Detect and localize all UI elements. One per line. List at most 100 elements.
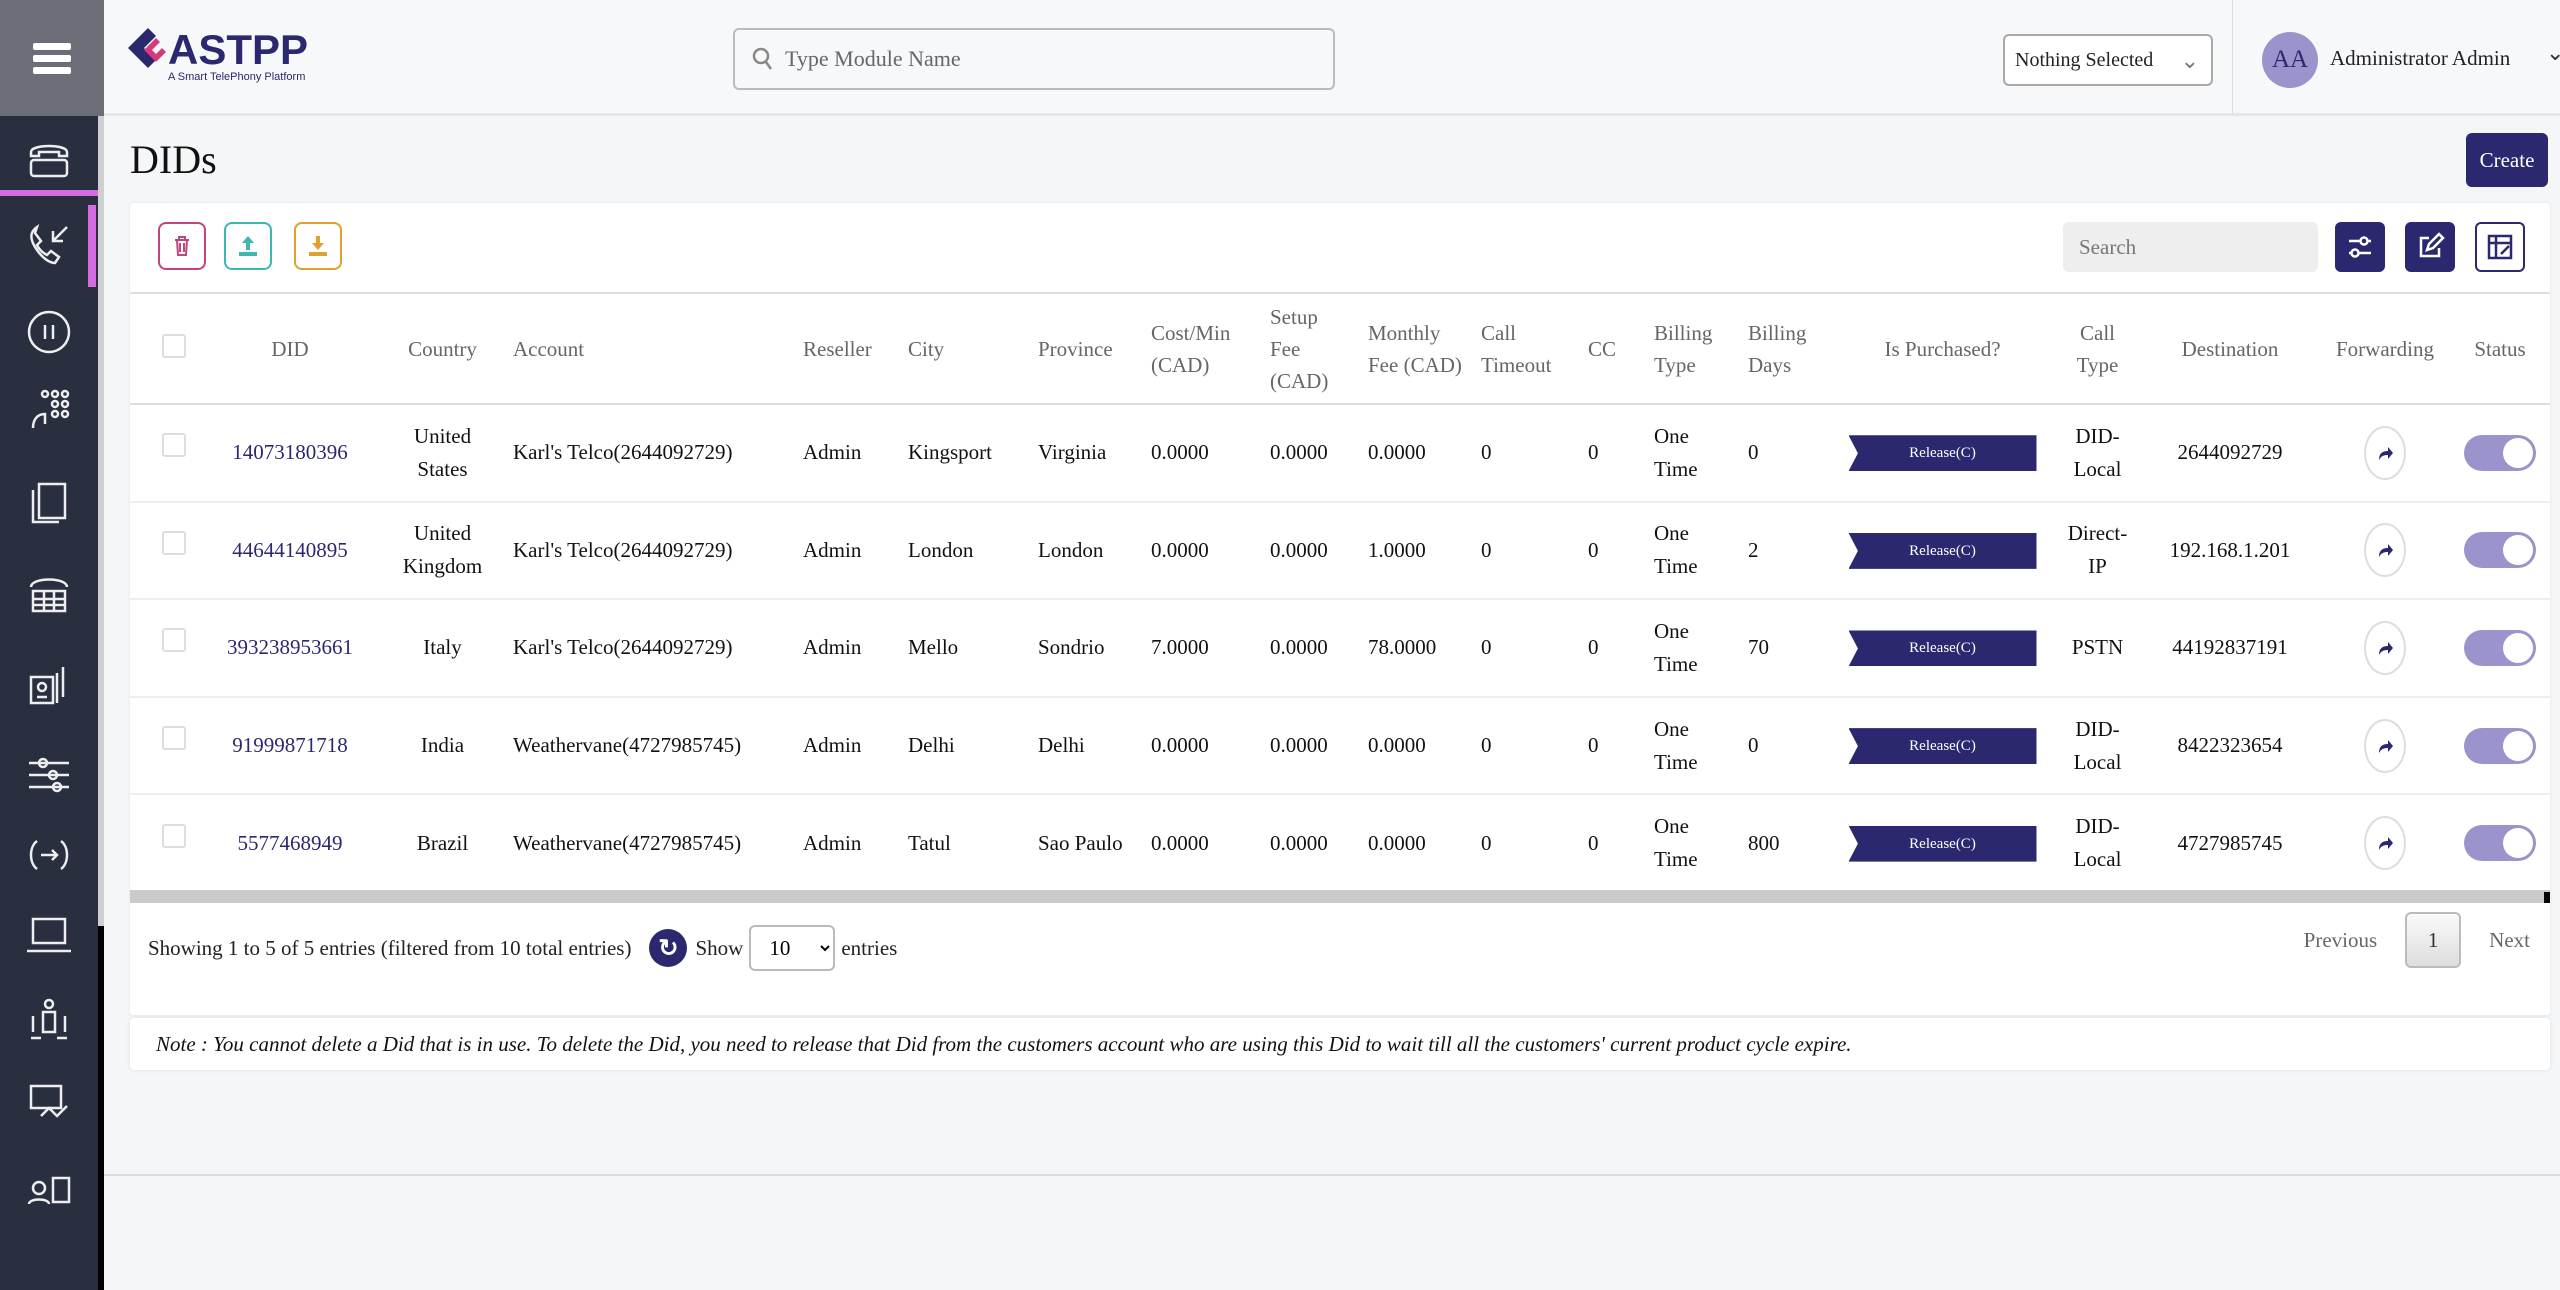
- contacts-icon: [29, 667, 65, 705]
- did-link[interactable]: 14073180396: [200, 404, 380, 502]
- col-reseller[interactable]: Reseller: [795, 293, 900, 404]
- row-checkbox[interactable]: [162, 823, 186, 848]
- col-billing-type[interactable]: Billing Type: [1646, 293, 1740, 404]
- col-monthly-fee[interactable]: Monthly Fee (CAD): [1360, 293, 1473, 404]
- avatar[interactable]: AA: [2262, 32, 2318, 88]
- release-button[interactable]: Release(C): [1848, 532, 2037, 569]
- module-search-input[interactable]: [785, 46, 1305, 72]
- sidebar-item-call-transfer[interactable]: [0, 815, 98, 895]
- col-country[interactable]: Country: [380, 293, 505, 404]
- did-link[interactable]: 91999871718: [200, 697, 380, 795]
- previous-button[interactable]: Previous: [2304, 928, 2378, 953]
- col-billing-days[interactable]: Billing Days: [1740, 293, 1830, 404]
- sidebar-item-settings[interactable]: [0, 735, 98, 815]
- export-button[interactable]: [294, 222, 342, 270]
- page-1-button[interactable]: 1: [2405, 912, 2462, 968]
- forward-arrow-icon: [2379, 641, 2393, 655]
- dids-table: DID Country Account Reseller City Provin…: [130, 292, 2550, 893]
- sidebar-item-calls[interactable]: [0, 205, 98, 285]
- refresh-icon[interactable]: ↻: [649, 929, 688, 967]
- nothing-selected-dropdown[interactable]: Nothing Selected ⌄: [2003, 34, 2213, 86]
- did-link[interactable]: 44644140895: [200, 502, 380, 600]
- sidebar-item-dialpad[interactable]: [0, 370, 98, 450]
- status-toggle[interactable]: [2464, 727, 2536, 764]
- billing-type-cell: One Time: [1654, 423, 1698, 481]
- did-link[interactable]: 5577468949: [200, 794, 380, 892]
- sidebar-item-pause[interactable]: [0, 292, 98, 372]
- row-checkbox[interactable]: [162, 628, 186, 653]
- import-button[interactable]: [224, 222, 272, 270]
- sidebar-item-contacts[interactable]: [0, 645, 98, 725]
- chevron-down-icon: ⌄: [2180, 48, 2199, 73]
- col-is-purchased[interactable]: Is Purchased?: [1830, 293, 2055, 404]
- edit-button[interactable]: [2405, 222, 2455, 272]
- destination-cell: 4727985745: [2177, 830, 2283, 855]
- forward-button[interactable]: [2364, 425, 2406, 480]
- table-search-input[interactable]: [2063, 222, 2318, 272]
- row-select: [130, 404, 200, 502]
- col-province[interactable]: Province: [1030, 293, 1143, 404]
- sidebar-item-support[interactable]: [0, 1150, 98, 1230]
- release-button[interactable]: Release(C): [1848, 825, 2037, 862]
- release-button[interactable]: Release(C): [1848, 435, 2037, 472]
- module-search[interactable]: [733, 28, 1335, 90]
- status-toggle[interactable]: [2464, 434, 2536, 471]
- user-name[interactable]: Administrator Admin: [2330, 46, 2510, 71]
- row-checkbox[interactable]: [162, 530, 186, 555]
- delete-button[interactable]: [158, 222, 206, 270]
- col-cost[interactable]: Cost/Min (CAD): [1143, 293, 1262, 404]
- page-size-select[interactable]: 10: [749, 925, 836, 971]
- chevron-down-icon[interactable]: ⌄: [2546, 40, 2560, 66]
- city-cell: Mello: [908, 635, 959, 660]
- col-call-timeout[interactable]: Call Timeout: [1473, 293, 1580, 404]
- sidebar-item-dids[interactable]: [0, 118, 98, 198]
- page-title: DIDs: [130, 137, 217, 182]
- did-link[interactable]: 393238953661: [200, 599, 380, 697]
- col-account[interactable]: Account: [505, 293, 795, 404]
- col-destination[interactable]: Destination: [2140, 293, 2320, 404]
- sidebar-item-phone[interactable]: [0, 555, 98, 635]
- sidebar-scrollbar[interactable]: [98, 116, 104, 926]
- release-button[interactable]: Release(C): [1848, 630, 2037, 667]
- table-header-row: DID Country Account Reseller City Provin…: [130, 293, 2550, 404]
- select-all-checkbox[interactable]: [162, 334, 186, 359]
- status-toggle[interactable]: [2464, 825, 2536, 862]
- forward-button[interactable]: [2364, 718, 2406, 773]
- create-button[interactable]: Create: [2466, 133, 2548, 187]
- billing-days-cell: 800: [1748, 830, 1780, 855]
- country-cell: Italy: [423, 635, 462, 660]
- forward-button[interactable]: [2364, 620, 2406, 675]
- column-settings-button[interactable]: [2475, 222, 2525, 272]
- col-cc[interactable]: CC: [1580, 293, 1646, 404]
- astpp-logo[interactable]: ASTPP A Smart TelePhony Platform: [126, 24, 356, 93]
- call-timeout-cell: 0: [1481, 537, 1492, 562]
- status-toggle[interactable]: [2464, 532, 2536, 569]
- top-header: ASTPP A Smart TelePhony Platform Nothing…: [104, 0, 2560, 116]
- table-row: 393238953661 Italy Karl's Telco(2644092729…: [130, 599, 2550, 697]
- call-timeout-cell: 0: [1481, 830, 1492, 855]
- sidebar-item-monitor[interactable]: [0, 895, 98, 975]
- sidebar-item-deals[interactable]: [0, 1062, 98, 1142]
- province-cell: Virginia: [1038, 440, 1107, 465]
- row-checkbox[interactable]: [162, 725, 186, 750]
- next-button[interactable]: Next: [2489, 928, 2530, 953]
- col-forwarding[interactable]: Forwarding: [2320, 293, 2450, 404]
- sidebar-item-organization[interactable]: [0, 980, 98, 1060]
- forward-button[interactable]: [2364, 523, 2406, 578]
- account-cell: Weathervane(4727985745): [513, 733, 742, 758]
- status-cell: [2450, 794, 2550, 892]
- col-setup-fee[interactable]: Setup Fee (CAD): [1262, 293, 1360, 404]
- col-city[interactable]: City: [900, 293, 1030, 404]
- status-toggle[interactable]: [2464, 630, 2536, 667]
- table-horizontal-scrollbar[interactable]: [130, 890, 2550, 903]
- sidebar-item-documents[interactable]: [0, 462, 98, 542]
- release-button[interactable]: Release(C): [1848, 728, 2037, 765]
- col-did[interactable]: DID: [200, 293, 380, 404]
- col-call-type[interactable]: Call Type: [2055, 293, 2140, 404]
- menu-toggle-button[interactable]: [0, 0, 104, 116]
- forward-button[interactable]: [2364, 816, 2406, 871]
- call-type-cell: DID-Local: [2073, 814, 2122, 872]
- filter-button[interactable]: [2335, 222, 2385, 272]
- col-status[interactable]: Status: [2450, 293, 2550, 404]
- row-checkbox[interactable]: [162, 433, 186, 458]
